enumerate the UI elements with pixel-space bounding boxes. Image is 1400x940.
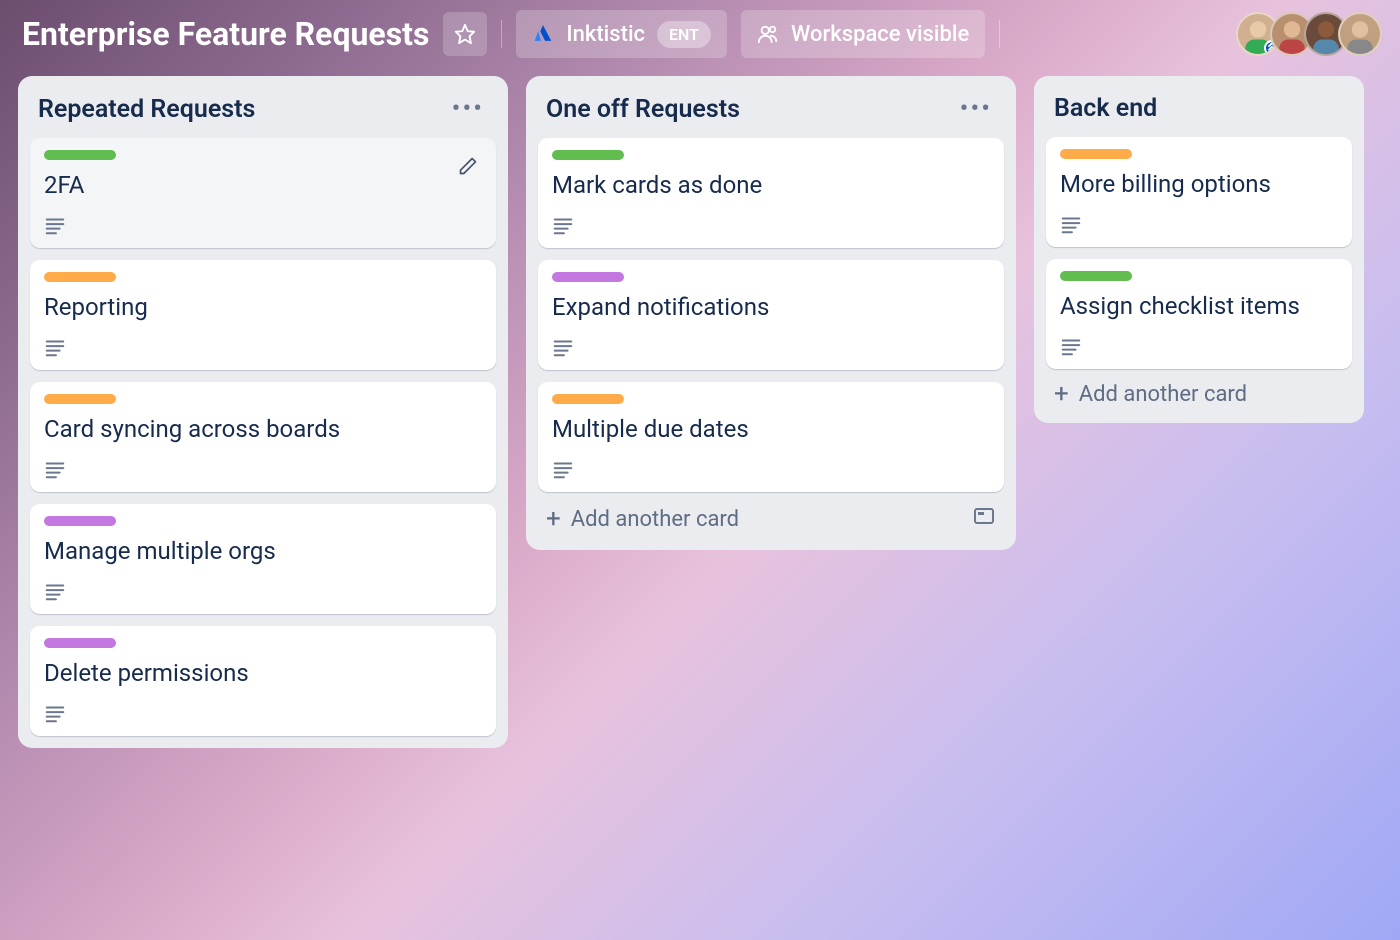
list-title[interactable]: Back end xyxy=(1054,94,1157,123)
list[interactable]: One off Requests ••• Mark cards as done Exp… xyxy=(526,76,1016,550)
board-members[interactable] xyxy=(1238,12,1382,56)
description-icon xyxy=(44,214,66,236)
people-icon xyxy=(757,23,779,45)
card-title: Multiple due dates xyxy=(552,414,990,444)
card[interactable]: Assign checklist items xyxy=(1046,259,1352,369)
card-badges xyxy=(44,336,482,358)
card-title: Expand notifications xyxy=(552,292,990,322)
description-icon xyxy=(552,214,574,236)
card-badges xyxy=(1060,213,1338,235)
card-title: Assign checklist items xyxy=(1060,291,1338,321)
card-badges xyxy=(44,702,482,724)
list[interactable]: Repeated Requests ••• 2FA Reporting Card syn… xyxy=(18,76,508,748)
card-label[interactable] xyxy=(44,394,116,404)
card-list: 2FA Reporting Card syncing across boards Ma… xyxy=(28,138,498,736)
card[interactable]: Card syncing across boards xyxy=(30,382,496,492)
card-badges xyxy=(552,458,990,480)
board-header: Enterprise Feature Requests Inktistic EN… xyxy=(0,0,1400,68)
atlassian-icon xyxy=(532,23,554,45)
board-app: Enterprise Feature Requests Inktistic EN… xyxy=(0,0,1400,940)
card-title: Mark cards as done xyxy=(552,170,990,200)
workspace-chip[interactable]: Inktistic ENT xyxy=(516,10,727,58)
description-icon xyxy=(44,458,66,480)
card-title: More billing options xyxy=(1060,169,1338,199)
list-header: Back end xyxy=(1044,88,1354,137)
card-label[interactable] xyxy=(44,272,116,282)
edit-card-button[interactable] xyxy=(452,150,484,182)
star-button[interactable] xyxy=(443,12,487,56)
card-badges xyxy=(44,458,482,480)
plus-icon: + xyxy=(546,506,561,532)
card-label[interactable] xyxy=(1060,271,1132,281)
card-title: Manage multiple orgs xyxy=(44,536,482,566)
description-icon xyxy=(1060,213,1082,235)
card[interactable]: Reporting xyxy=(30,260,496,370)
description-icon xyxy=(1060,335,1082,357)
card-label[interactable] xyxy=(1060,149,1132,159)
card-label[interactable] xyxy=(552,394,624,404)
card[interactable]: 2FA xyxy=(30,138,496,248)
add-card-button[interactable]: + Add another card xyxy=(536,492,1006,538)
card-title: Delete permissions xyxy=(44,658,482,688)
board-canvas[interactable]: Repeated Requests ••• 2FA Reporting Card syn… xyxy=(0,68,1400,940)
description-icon xyxy=(44,702,66,724)
add-card-label: Add another card xyxy=(571,507,739,532)
star-icon xyxy=(454,23,476,45)
separator xyxy=(501,20,502,48)
list-title[interactable]: One off Requests xyxy=(546,95,740,124)
board-title[interactable]: Enterprise Feature Requests xyxy=(22,15,429,53)
list-menu-button[interactable]: ••• xyxy=(956,94,996,124)
add-card-button[interactable]: + Add another card xyxy=(1044,369,1354,411)
card-badges xyxy=(44,214,482,236)
card[interactable]: Expand notifications xyxy=(538,260,1004,370)
workspace-plan-badge: ENT xyxy=(657,21,711,48)
list-menu-button[interactable]: ••• xyxy=(448,94,488,124)
card[interactable]: Multiple due dates xyxy=(538,382,1004,492)
card-badges xyxy=(552,214,990,236)
card-badges xyxy=(1060,335,1338,357)
card-title: 2FA xyxy=(44,170,482,200)
card-template-button[interactable] xyxy=(972,504,996,534)
visibility-label: Workspace visible xyxy=(791,22,969,47)
description-icon xyxy=(552,458,574,480)
card[interactable]: More billing options xyxy=(1046,137,1352,247)
list-header: Repeated Requests ••• xyxy=(28,88,498,138)
visibility-chip[interactable]: Workspace visible xyxy=(741,10,985,58)
card[interactable]: Delete permissions xyxy=(30,626,496,736)
description-icon xyxy=(44,580,66,602)
list-header: One off Requests ••• xyxy=(536,88,1006,138)
plus-icon: + xyxy=(1054,381,1069,407)
card-title: Card syncing across boards xyxy=(44,414,482,444)
card-label[interactable] xyxy=(44,638,116,648)
card-list: Mark cards as done Expand notifications Mu… xyxy=(536,138,1006,492)
card[interactable]: Mark cards as done xyxy=(538,138,1004,248)
card-title: Reporting xyxy=(44,292,482,322)
card-badges xyxy=(44,580,482,602)
description-icon xyxy=(552,336,574,358)
separator xyxy=(999,20,1000,48)
card-label[interactable] xyxy=(44,516,116,526)
workspace-name: Inktistic xyxy=(566,22,645,47)
list[interactable]: Back end More billing options Assign check… xyxy=(1034,76,1364,423)
card[interactable]: Manage multiple orgs xyxy=(30,504,496,614)
add-card-label: Add another card xyxy=(1079,382,1247,407)
card-label[interactable] xyxy=(44,150,116,160)
card-label[interactable] xyxy=(552,150,624,160)
list-title[interactable]: Repeated Requests xyxy=(38,95,255,124)
card-list: More billing options Assign checklist ite… xyxy=(1044,137,1354,369)
card-badges xyxy=(552,336,990,358)
description-icon xyxy=(44,336,66,358)
avatar[interactable] xyxy=(1338,12,1382,56)
card-label[interactable] xyxy=(552,272,624,282)
